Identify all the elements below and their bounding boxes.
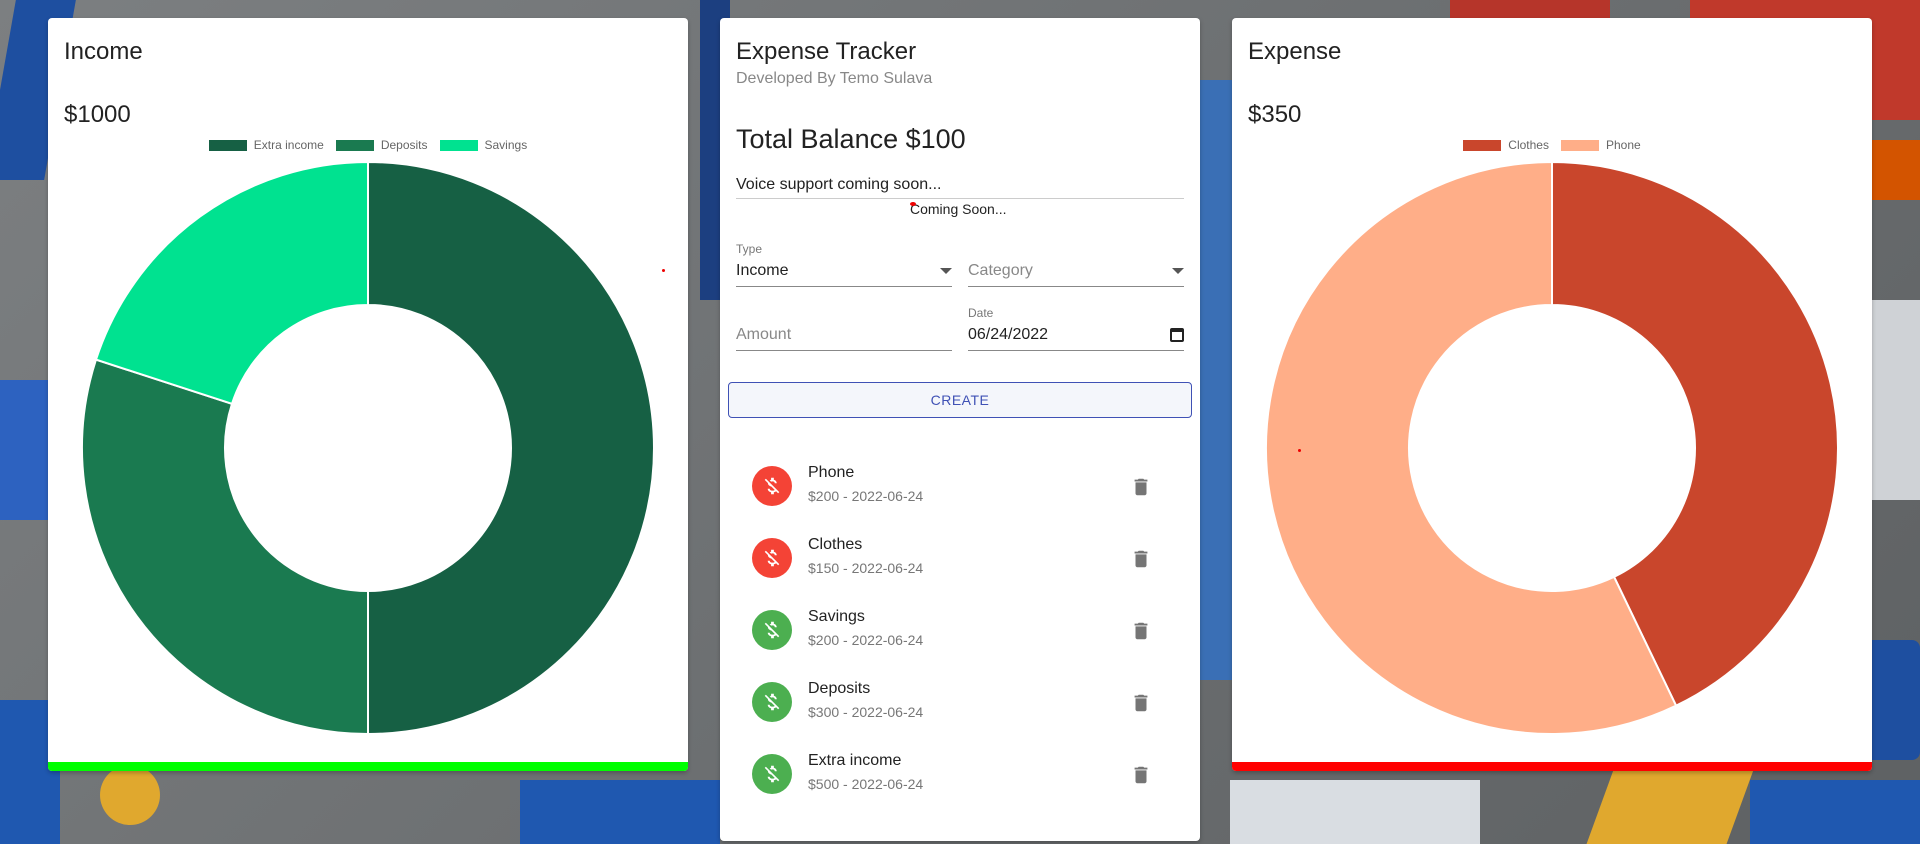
money-off-icon	[752, 538, 792, 578]
type-value: Income	[736, 262, 789, 279]
tracker-card: Expense Tracker Developed By Temo Sulava…	[720, 18, 1200, 841]
money-off-icon	[752, 754, 792, 794]
expense-amount: $350	[1248, 101, 1302, 128]
income-card: Income $1000 Extra income Deposits Savings	[48, 18, 688, 771]
income-title: Income	[64, 38, 143, 65]
transaction-meta: $200 - 2022-06-24	[808, 488, 924, 504]
category-select[interactable]: Category	[968, 262, 1184, 287]
delete-icon[interactable]	[1130, 692, 1152, 719]
transaction-item[interactable]: Phone $200 - 2022-06-24	[752, 458, 1168, 530]
income-slice-deposits[interactable]	[82, 358, 369, 734]
legend-label: Savings	[484, 138, 528, 152]
chevron-down-icon	[940, 268, 952, 274]
income-legend-item[interactable]: Extra income	[208, 138, 324, 152]
red-dot-marker	[910, 202, 916, 206]
type-label: Type	[736, 242, 763, 256]
transaction-item[interactable]: Extra income $500 - 2022-06-24	[752, 746, 1168, 818]
type-select[interactable]: Income	[736, 262, 952, 287]
legend-swatch	[439, 139, 478, 151]
income-bar	[48, 762, 688, 771]
date-label: Date	[968, 306, 994, 320]
legend-label: Phone	[1605, 138, 1641, 152]
expense-legend: Clothes Phone	[1232, 138, 1872, 152]
legend-swatch	[335, 139, 374, 151]
income-legend-item[interactable]: Savings	[439, 138, 528, 152]
legend-swatch	[1463, 139, 1502, 151]
income-donut-chart	[82, 162, 654, 734]
legend-swatch	[1560, 139, 1599, 151]
expense-card: Expense $350 Clothes Phone	[1232, 18, 1872, 771]
date-input[interactable]: 06/24/2022	[968, 326, 1184, 351]
voice-hint: Voice support coming soon...	[736, 176, 1184, 199]
legend-label: Deposits	[380, 138, 428, 152]
transaction-item[interactable]: Savings $200 - 2022-06-24	[752, 602, 1168, 674]
legend-label: Extra income	[253, 138, 324, 152]
money-off-icon	[752, 682, 792, 722]
transaction-meta: $300 - 2022-06-24	[808, 704, 924, 720]
transaction-name: Savings	[808, 608, 865, 625]
transaction-meta: $150 - 2022-06-24	[808, 560, 924, 576]
date-value: 06/24/2022	[968, 326, 1049, 343]
expense-bar	[1232, 762, 1872, 771]
create-button[interactable]: CREATE	[728, 382, 1192, 418]
money-off-icon	[752, 466, 792, 506]
transaction-item[interactable]: Deposits $300 - 2022-06-24	[752, 674, 1168, 746]
transaction-name: Deposits	[808, 680, 871, 697]
transaction-name: Phone	[808, 464, 855, 481]
amount-input[interactable]: Amount	[736, 326, 952, 351]
amount-placeholder: Amount	[736, 326, 792, 343]
income-legend-item[interactable]: Deposits	[335, 138, 428, 152]
transaction-name: Extra income	[808, 752, 902, 769]
coming-soon-text: Coming Soon...	[910, 201, 1007, 217]
delete-icon[interactable]	[1130, 476, 1152, 503]
transaction-meta: $200 - 2022-06-24	[808, 632, 924, 648]
expense-legend-item[interactable]: Phone	[1560, 138, 1641, 152]
transaction-meta: $500 - 2022-06-24	[808, 776, 924, 792]
total-balance: Total Balance $100	[736, 124, 966, 154]
legend-label: Clothes	[1508, 138, 1549, 152]
transaction-item[interactable]: Clothes $150 - 2022-06-24	[752, 530, 1168, 602]
income-slice-extra-income[interactable]	[367, 162, 654, 734]
expense-donut-chart	[1266, 162, 1838, 734]
red-dot-marker	[1298, 449, 1301, 452]
transaction-name: Clothes	[808, 536, 863, 553]
chevron-down-icon	[1172, 268, 1184, 274]
income-slice-savings[interactable]	[94, 162, 369, 406]
income-legend: Extra income Deposits Savings	[48, 138, 688, 152]
expense-title: Expense	[1248, 38, 1342, 65]
money-off-icon	[752, 610, 792, 650]
expense-legend-item[interactable]: Clothes	[1463, 138, 1549, 152]
transaction-list: Phone $200 - 2022-06-24 Clothes $150 - 2022…	[752, 458, 1168, 818]
tracker-title: Expense Tracker	[736, 38, 917, 65]
legend-swatch	[208, 139, 247, 151]
delete-icon[interactable]	[1130, 548, 1152, 575]
income-amount: $1000	[64, 101, 131, 128]
calendar-icon[interactable]	[1170, 328, 1184, 342]
category-placeholder: Category	[968, 262, 1033, 279]
delete-icon[interactable]	[1130, 764, 1152, 791]
delete-icon[interactable]	[1130, 620, 1152, 647]
tracker-subtitle: Developed By Temo Sulava	[736, 70, 933, 87]
red-dot-marker	[662, 269, 665, 272]
